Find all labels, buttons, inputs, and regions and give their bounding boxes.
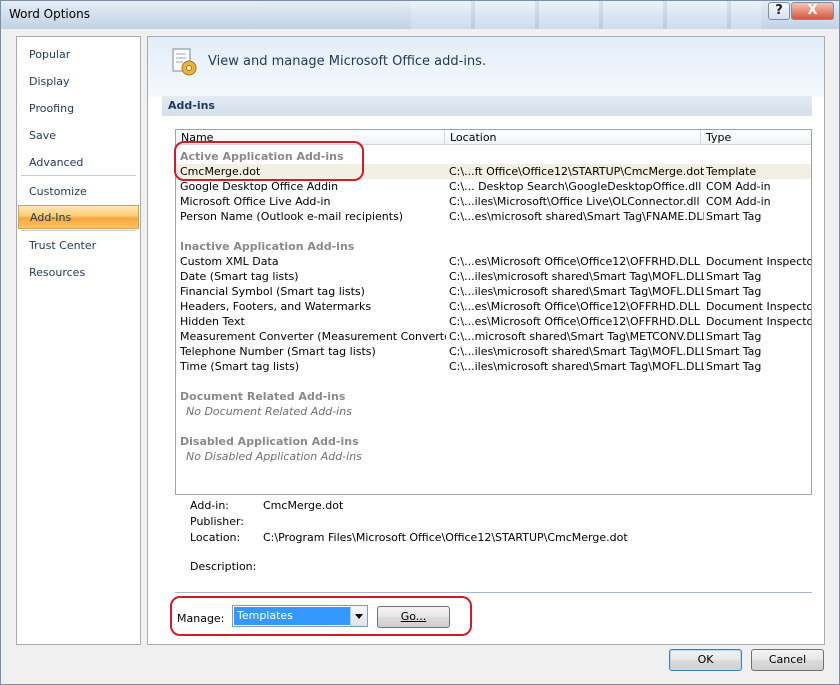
list-row[interactable]: Google Desktop Office Addin C:\... Deskt…	[176, 179, 811, 194]
go-button[interactable]: Go...	[377, 606, 450, 628]
nav-item-trust-center[interactable]: Trust Center	[18, 234, 139, 258]
window-title: Word Options	[9, 7, 90, 21]
section-title: Add-ins	[162, 96, 812, 116]
list-row[interactable]: Hidden Text C:\...es\Microsoft Office\Of…	[176, 314, 811, 329]
manage-label: Manage:	[177, 612, 225, 625]
list-row[interactable]: Date (Smart tag lists) C:\...iles\micros…	[176, 269, 811, 284]
add-ins-pane: View and manage Microsoft Office add-ins…	[147, 36, 825, 645]
addin-location: C:\...es\Microsoft Office\Office12\OFFRH…	[449, 315, 700, 328]
addin-type: Smart Tag	[706, 345, 762, 358]
title-bar-background	[411, 1, 761, 29]
addin-location: C:\...es\microsoft shared\Smart Tag\FNAM…	[449, 210, 704, 223]
group-heading-document: Document Related Add-ins	[180, 390, 346, 403]
addin-type: Smart Tag	[706, 360, 762, 373]
title-bar[interactable]: Word Options ? X	[1, 1, 839, 29]
list-row[interactable]: Time (Smart tag lists) C:\...iles\micros…	[176, 359, 811, 374]
list-row[interactable]: Telephone Number (Smart tag lists) C:\..…	[176, 344, 811, 359]
column-header-name[interactable]: Name	[176, 130, 445, 145]
list-row[interactable]: Headers, Footers, and Watermarks C:\...e…	[176, 299, 811, 314]
pane-heading: View and manage Microsoft Office add-ins…	[208, 54, 487, 69]
cancel-button[interactable]: Cancel	[751, 649, 824, 671]
list-header: Name Location Type	[176, 130, 811, 145]
addin-type: Smart Tag	[706, 285, 762, 298]
empty-document-message: No Document Related Add-ins	[186, 405, 352, 418]
addin-name: Financial Symbol (Smart tag lists)	[180, 285, 365, 298]
list-row[interactable]: Microsoft Office Live Add-in C:\...iles\…	[176, 194, 811, 209]
addin-type: Smart Tag	[706, 270, 762, 283]
nav-item-add-ins[interactable]: Add-Ins	[18, 205, 139, 229]
addin-type: Smart Tag	[706, 330, 762, 343]
nav-item-popular[interactable]: Popular	[18, 43, 139, 67]
close-button[interactable]: X	[791, 2, 834, 20]
addin-type: Smart Tag	[706, 210, 762, 223]
addin-location: C:\...ft Office\Office12\STARTUP\CmcMerg…	[449, 165, 704, 178]
list-row[interactable]: CmcMerge.dot C:\...ft Office\Office12\ST…	[176, 164, 811, 179]
addin-detail-value: CmcMerge.dot	[263, 499, 344, 512]
addin-type: Document Inspector	[706, 315, 812, 328]
manage-dropdown[interactable]: Templates	[232, 605, 368, 627]
addin-type: Document Inspector	[706, 255, 812, 268]
addin-name: Person Name (Outlook e-mail recipients)	[180, 210, 404, 223]
addin-name: Measurement Converter (Measurement Conve…	[180, 330, 446, 343]
column-header-location[interactable]: Location	[445, 130, 701, 145]
addin-location: C:\...iles\microsoft shared\Smart Tag\MO…	[449, 345, 704, 358]
dialog-client: Popular Display Proofing Save Advanced C…	[9, 31, 833, 681]
addin-name: Microsoft Office Live Add-in	[180, 195, 331, 208]
add-ins-list[interactable]: Name Location Type Active Application Ad…	[175, 129, 812, 495]
add-ins-gear-icon	[172, 48, 197, 76]
addin-name: Headers, Footers, and Watermarks	[180, 300, 372, 313]
addin-location: C:\...microsoft shared\Smart Tag\METCONV…	[449, 330, 704, 343]
help-button[interactable]: ?	[768, 2, 790, 20]
empty-disabled-message: No Disabled Application Add-ins	[186, 450, 362, 463]
nav-item-advanced[interactable]: Advanced	[18, 151, 139, 175]
nav-item-save[interactable]: Save	[18, 124, 139, 148]
options-nav: Popular Display Proofing Save Advanced C…	[16, 36, 141, 645]
addin-location: C:\...iles\microsoft shared\Smart Tag\MO…	[449, 285, 704, 298]
addin-location: C:\...iles\Microsoft\Office Live\OLConne…	[449, 195, 700, 208]
nav-item-customize[interactable]: Customize	[18, 180, 139, 204]
addin-location: C:\...es\Microsoft Office\Office12\OFFRH…	[449, 255, 700, 268]
nav-separator	[21, 175, 136, 176]
location-detail-label: Location:	[190, 531, 241, 544]
addin-location: C:\... Desktop Search\GoogleDesktopOffic…	[449, 180, 702, 193]
group-heading-disabled: Disabled Application Add-ins	[180, 435, 359, 448]
word-options-window: Word Options ? X Popular Display Proofin…	[0, 0, 840, 685]
addin-location: C:\...iles\microsoft shared\Smart Tag\MO…	[449, 270, 704, 283]
addin-location: C:\...es\Microsoft Office\Office12\OFFRH…	[449, 300, 700, 313]
list-row[interactable]: Person Name (Outlook e-mail recipients) …	[176, 209, 811, 224]
addin-type: COM Add-in	[706, 180, 771, 193]
list-row[interactable]: Financial Symbol (Smart tag lists) C:\..…	[176, 284, 811, 299]
addin-name: Date (Smart tag lists)	[180, 270, 299, 283]
nav-item-resources[interactable]: Resources	[18, 261, 139, 285]
addin-name: Telephone Number (Smart tag lists)	[180, 345, 376, 358]
nav-item-proofing[interactable]: Proofing	[18, 97, 139, 121]
ok-button[interactable]: OK	[669, 649, 742, 671]
addin-name: Google Desktop Office Addin	[180, 180, 339, 193]
addin-detail-label: Add-in:	[190, 499, 229, 512]
addin-name: Hidden Text	[180, 315, 245, 328]
nav-separator	[21, 230, 136, 231]
nav-item-display[interactable]: Display	[18, 70, 139, 94]
column-header-type[interactable]: Type	[701, 130, 811, 145]
addin-type: Template	[706, 165, 757, 178]
manage-dropdown-value: Templates	[234, 607, 350, 625]
publisher-detail-label: Publisher:	[190, 515, 245, 528]
list-row[interactable]: Measurement Converter (Measurement Conve…	[176, 329, 811, 344]
description-detail-label: Description:	[190, 560, 257, 573]
addin-location: C:\...iles\microsoft shared\Smart Tag\MO…	[449, 360, 704, 373]
chevron-down-icon[interactable]	[350, 606, 367, 626]
pane-separator	[175, 592, 812, 593]
addin-type: COM Add-in	[706, 195, 771, 208]
addin-name: Time (Smart tag lists)	[180, 360, 300, 373]
addin-type: Document Inspector	[706, 300, 812, 313]
list-row[interactable]: Custom XML Data C:\...es\Microsoft Offic…	[176, 254, 811, 269]
location-detail-value: C:\Program Files\Microsoft Office\Office…	[263, 531, 628, 544]
group-heading-inactive: Inactive Application Add-ins	[180, 240, 355, 253]
group-heading-active: Active Application Add-ins	[180, 150, 344, 163]
addin-name: Custom XML Data	[180, 255, 279, 268]
addin-name: CmcMerge.dot	[180, 165, 261, 178]
